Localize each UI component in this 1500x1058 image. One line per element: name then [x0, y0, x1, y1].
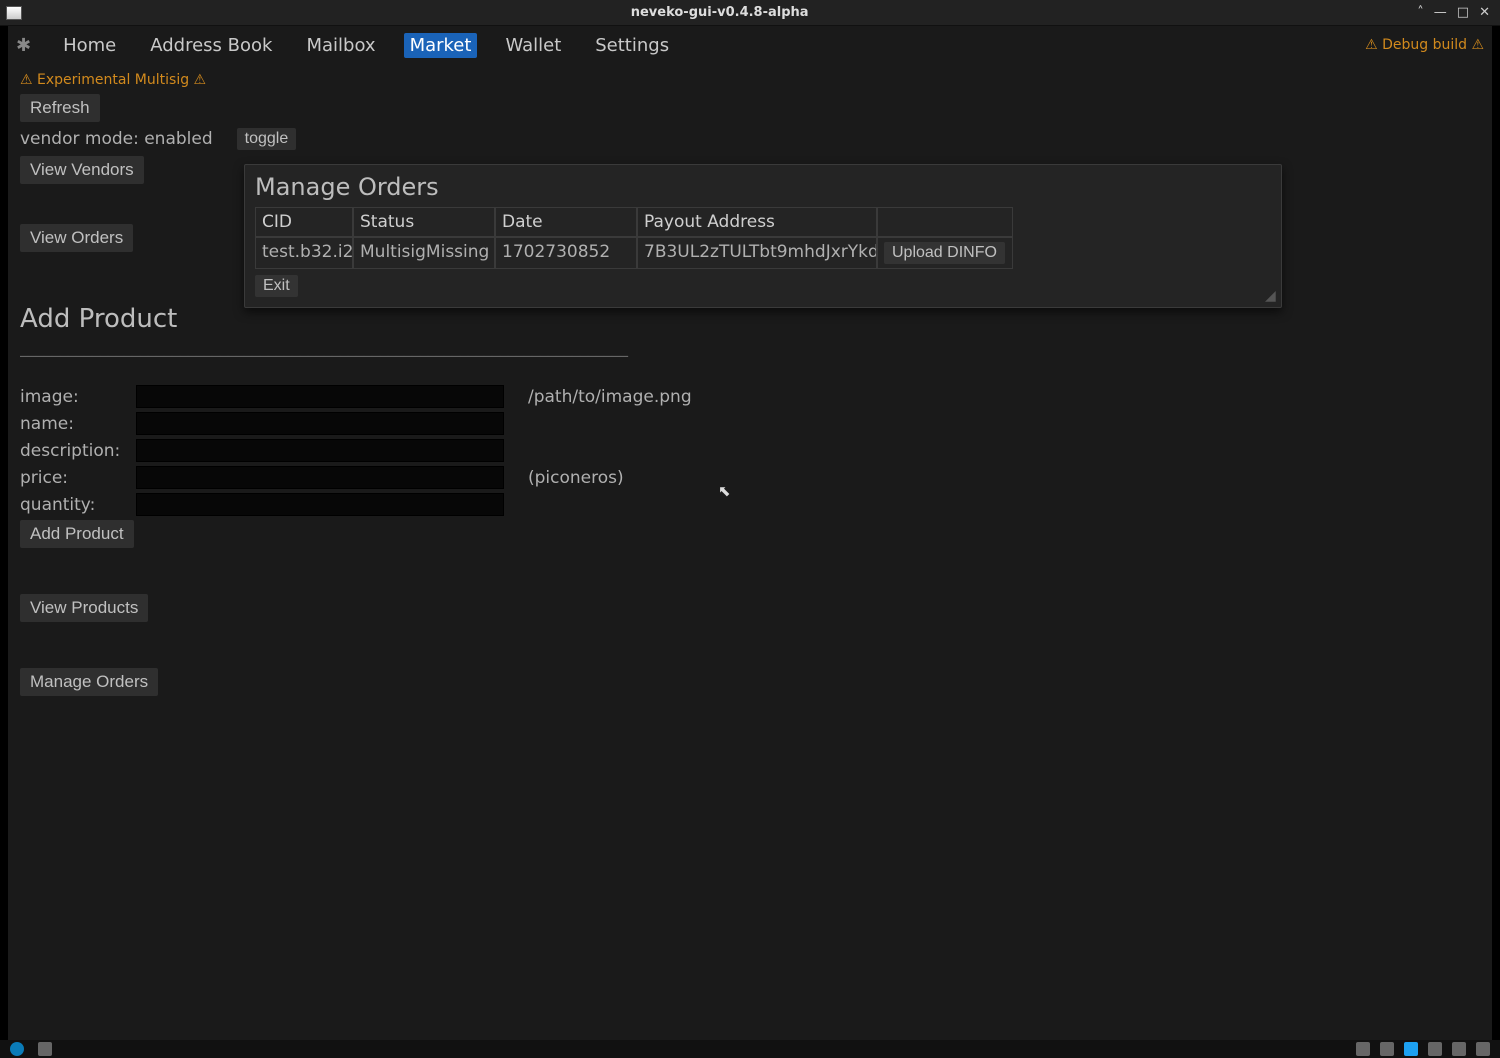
window-titlebar: neveko-gui-v0.4.8-alpha ˄ — □ ✕	[0, 0, 1500, 26]
image-hint: /path/to/image.png	[528, 387, 692, 407]
tray-icon[interactable]	[1404, 1042, 1418, 1056]
image-label: image:	[20, 387, 136, 407]
modal-title: Manage Orders	[255, 173, 1271, 201]
col-date: Date	[495, 207, 637, 237]
orders-table-header: CID Status Date Payout Address	[255, 207, 1271, 237]
manage-orders-button[interactable]: Manage Orders	[20, 668, 158, 696]
window-close-icon[interactable]: ✕	[1479, 5, 1490, 20]
view-orders-button[interactable]: View Orders	[20, 224, 133, 252]
nav-market[interactable]: Market	[404, 33, 478, 58]
name-input[interactable]	[136, 412, 504, 435]
nav-settings[interactable]: Settings	[589, 33, 675, 58]
orders-table: CID Status Date Payout Address test.b32.…	[255, 207, 1271, 269]
add-product-button[interactable]: Add Product	[20, 520, 134, 548]
app-logo-icon: ✱	[16, 35, 31, 56]
debug-build-badge: ⚠ Debug build ⚠	[1365, 37, 1484, 53]
experimental-warning: ⚠ Experimental Multisig ⚠	[20, 72, 1480, 88]
table-row: test.b32.i2p MultisigMissing 1702730852 …	[255, 237, 1271, 269]
manage-orders-modal: Manage Orders CID Status Date Payout Add…	[244, 164, 1282, 308]
taskbar-app-icon[interactable]	[10, 1042, 24, 1056]
taskbar-item-icon[interactable]	[38, 1042, 52, 1056]
description-input[interactable]	[136, 439, 504, 462]
window-minimize-icon[interactable]: —	[1434, 5, 1447, 20]
window-icon	[6, 6, 22, 20]
refresh-button[interactable]: Refresh	[20, 94, 100, 122]
window-title: neveko-gui-v0.4.8-alpha	[22, 5, 1417, 20]
upload-dinfo-button[interactable]: Upload DINFO	[884, 242, 1005, 264]
tray-icon[interactable]	[1380, 1042, 1394, 1056]
cell-action: Upload DINFO	[877, 237, 1013, 269]
os-taskbar	[0, 1040, 1500, 1058]
add-product-form: image: /path/to/image.png name: descript…	[20, 385, 1480, 516]
price-input[interactable]	[136, 466, 504, 489]
quantity-input[interactable]	[136, 493, 504, 516]
horizontal-rule: ________________________________________…	[20, 338, 1480, 357]
nav-mailbox[interactable]: Mailbox	[300, 33, 381, 58]
col-addr: Payout Address	[637, 207, 877, 237]
nav-home[interactable]: Home	[57, 33, 122, 58]
app-window: ✱ Home Address Book Mailbox Market Walle…	[8, 26, 1492, 1040]
image-input[interactable]	[136, 385, 504, 408]
tray-icon[interactable]	[1476, 1042, 1490, 1056]
window-up-icon[interactable]: ˄	[1417, 5, 1424, 20]
col-cid: CID	[255, 207, 353, 237]
modal-exit-button[interactable]: Exit	[255, 275, 298, 297]
col-action	[877, 207, 1013, 237]
tray-icon[interactable]	[1452, 1042, 1466, 1056]
main-nav: ✱ Home Address Book Mailbox Market Walle…	[8, 26, 1492, 64]
cell-date: 1702730852	[495, 237, 637, 269]
nav-wallet[interactable]: Wallet	[499, 33, 567, 58]
market-page: ⚠ Experimental Multisig ⚠ Refresh vendor…	[8, 64, 1492, 1040]
window-maximize-icon[interactable]: □	[1457, 5, 1469, 20]
description-label: description:	[20, 441, 136, 461]
cell-status: MultisigMissing	[353, 237, 495, 269]
price-label: price:	[20, 468, 136, 488]
price-hint: (piconeros)	[528, 468, 624, 488]
tray-icon[interactable]	[1428, 1042, 1442, 1056]
vendor-mode-text: vendor mode: enabled	[20, 129, 213, 149]
cell-cid: test.b32.i2p	[255, 237, 353, 269]
col-status: Status	[353, 207, 495, 237]
tray-icon[interactable]	[1356, 1042, 1370, 1056]
name-label: name:	[20, 414, 136, 434]
add-product-title: Add Product	[20, 304, 1480, 334]
view-vendors-button[interactable]: View Vendors	[20, 156, 144, 184]
view-products-button[interactable]: View Products	[20, 594, 148, 622]
nav-address-book[interactable]: Address Book	[144, 33, 278, 58]
cell-addr: 7B3UL2zTULTbt9mhdJxrYkdiivLI	[637, 237, 877, 269]
vendor-mode-toggle[interactable]: toggle	[237, 128, 297, 150]
quantity-label: quantity:	[20, 495, 136, 515]
